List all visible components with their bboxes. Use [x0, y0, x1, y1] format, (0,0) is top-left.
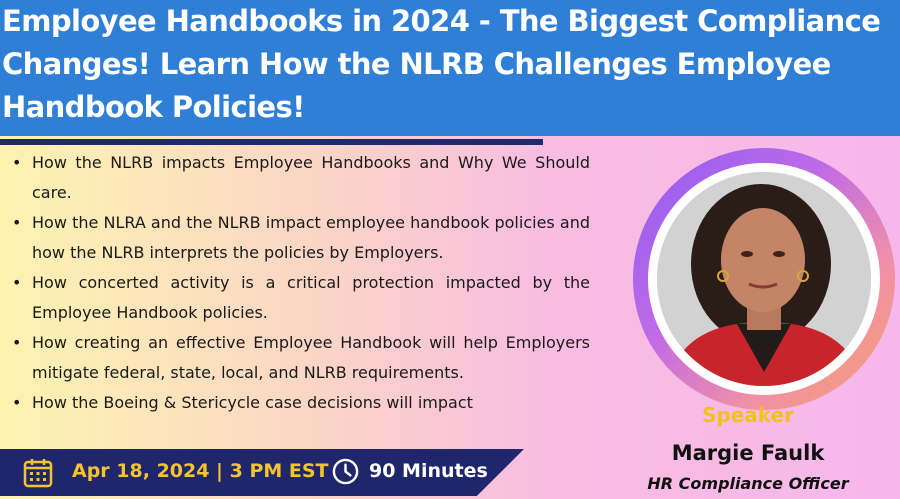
- list-item: How concerted activity is a critical pro…: [12, 268, 590, 328]
- speaker-photo: [657, 172, 871, 386]
- list-item: How the NLRA and the NLRB impact employe…: [12, 208, 590, 268]
- list-item: How creating an effective Employee Handb…: [12, 328, 590, 388]
- event-date: Apr 18, 2024 | 3 PM EST: [72, 460, 329, 482]
- title-divider: [0, 139, 543, 145]
- topics-list: How the NLRB impacts Employee Handbooks …: [12, 148, 590, 418]
- speaker-name: Margie Faulk: [671, 441, 825, 465]
- speaker-portrait: [657, 172, 871, 386]
- header-banner: Employee Handbooks in 2024 - The Biggest…: [0, 0, 900, 136]
- page-title: Employee Handbooks in 2024 - The Biggest…: [2, 4, 881, 124]
- speaker-role: HR Compliance Officer: [647, 474, 849, 493]
- list-item: How the Boeing & Stericycle case decisio…: [12, 388, 590, 418]
- event-duration: 90 Minutes: [369, 460, 488, 482]
- list-item: How the NLRB impacts Employee Handbooks …: [12, 148, 590, 208]
- clock-icon: [332, 458, 359, 485]
- speaker-photo-frame: [633, 148, 895, 410]
- calendar-icon: [23, 459, 53, 488]
- speaker-label: Speaker: [702, 403, 794, 427]
